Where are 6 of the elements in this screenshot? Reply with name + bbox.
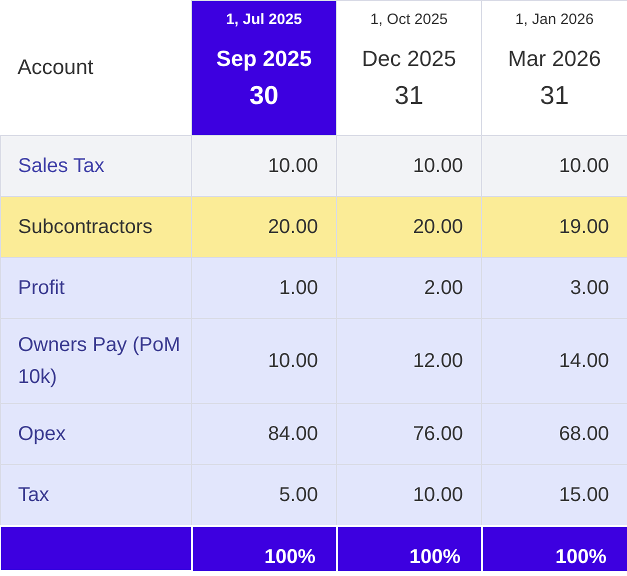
period-header[interactable]: 1, Jan 2026 Mar 2026 31 [482,0,627,136]
account-cell: Tax [0,464,192,526]
total-cell: 100% [336,526,482,571]
period-header[interactable]: 1, Oct 2025 Dec 2025 31 [336,0,482,136]
period-header[interactable]: 1, Jul 2025 Sep 2025 30 [192,0,336,136]
total-cell: 100% [192,526,336,571]
